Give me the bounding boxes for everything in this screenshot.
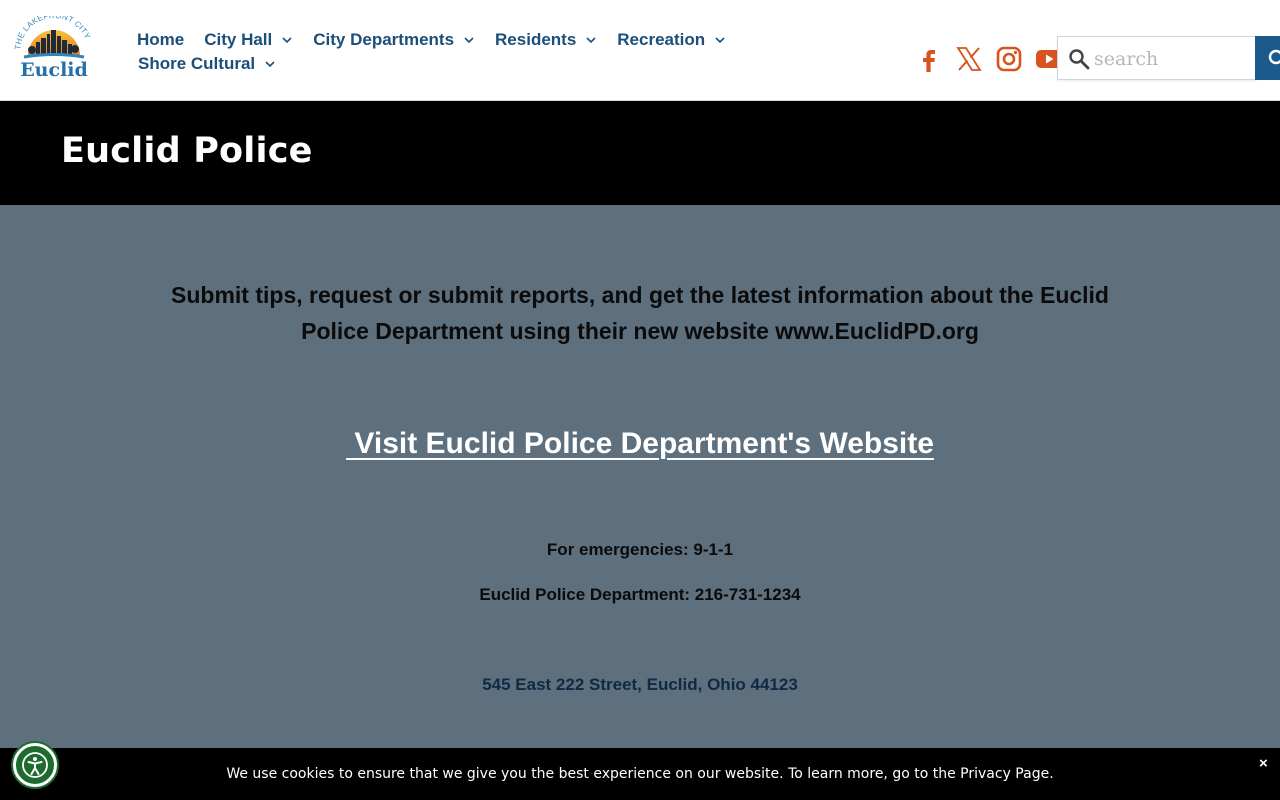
nav-city-departments[interactable]: City Departments bbox=[313, 30, 475, 50]
main-content: Submit tips, request or submit reports, … bbox=[0, 205, 1280, 748]
site-header: THE LAKEFRONT CITY Euclid Home City Hall… bbox=[0, 0, 1280, 101]
nav-city-departments-label: City Departments bbox=[313, 30, 455, 49]
cookie-banner: We use cookies to ensure that we give yo… bbox=[0, 748, 1280, 800]
page-title-band: Euclid Police bbox=[0, 101, 1280, 205]
chevron-down-icon bbox=[464, 37, 474, 44]
main-nav: Home City Hall City Departments Resident… bbox=[137, 28, 757, 76]
facebook-icon[interactable] bbox=[915, 45, 943, 73]
close-icon[interactable]: × bbox=[1259, 755, 1268, 772]
nav-home-label: Home bbox=[137, 30, 185, 49]
visit-police-website-link[interactable]: Visit Euclid Police Department's Website bbox=[0, 427, 1280, 461]
chevron-down-icon bbox=[715, 37, 725, 44]
emergency-number: For emergencies: 9-1-1 bbox=[546, 540, 734, 559]
search-box bbox=[1057, 36, 1257, 80]
euclid-logo[interactable]: THE LAKEFRONT CITY Euclid bbox=[14, 16, 94, 80]
search-input[interactable] bbox=[1094, 45, 1254, 73]
nav-shore-cultural[interactable]: Shore Cultural bbox=[138, 54, 276, 74]
nav-shore-cultural-label: Shore Cultural bbox=[138, 54, 256, 73]
nav-recreation-label: Recreation bbox=[617, 30, 706, 49]
nav-recreation[interactable]: Recreation bbox=[617, 30, 726, 50]
x-twitter-icon[interactable] bbox=[955, 45, 983, 73]
logo-name: Euclid bbox=[20, 59, 88, 80]
nav-city-hall[interactable]: City Hall bbox=[204, 30, 293, 50]
search-submit-icon bbox=[1268, 49, 1280, 65]
search-button[interactable] bbox=[1255, 36, 1280, 80]
page-title: Euclid Police bbox=[61, 131, 313, 171]
accessibility-button[interactable] bbox=[13, 743, 57, 787]
department-phone: Euclid Police Department: 216-731-1234 bbox=[479, 585, 801, 604]
nav-residents[interactable]: Residents bbox=[495, 30, 597, 50]
chevron-down-icon bbox=[282, 37, 292, 44]
instagram-icon[interactable] bbox=[995, 45, 1023, 73]
chevron-down-icon bbox=[265, 61, 275, 68]
nav-city-hall-label: City Hall bbox=[204, 30, 273, 49]
nav-home[interactable]: Home bbox=[137, 30, 184, 50]
accessibility-icon bbox=[22, 752, 48, 778]
nav-residents-label: Residents bbox=[495, 30, 577, 49]
cookie-text: We use cookies to ensure that we give yo… bbox=[226, 766, 1054, 782]
chevron-down-icon bbox=[586, 37, 596, 44]
search-icon bbox=[1069, 49, 1090, 70]
intro-text: Submit tips, request or submit reports, … bbox=[171, 282, 1109, 344]
department-address-link[interactable]: 545 East 222 Street, Euclid, Ohio 44123 bbox=[0, 675, 1280, 695]
